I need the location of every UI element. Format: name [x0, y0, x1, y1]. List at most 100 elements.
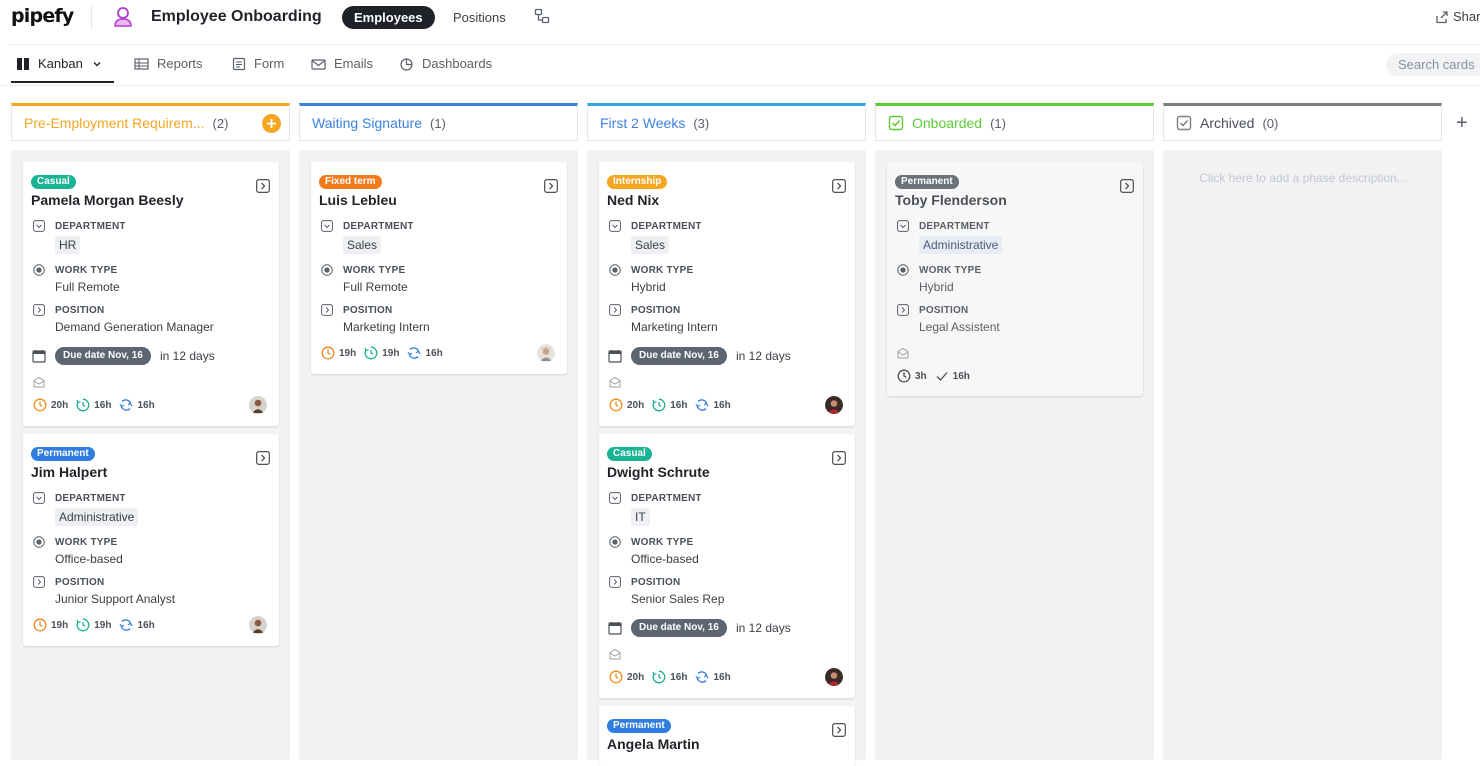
- sync-icon: [119, 618, 133, 632]
- field-value: Marketing Intern: [631, 320, 718, 334]
- open-card-icon[interactable]: [256, 451, 270, 465]
- field-value: Administrative: [919, 236, 1003, 254]
- contract-tag: Permanent: [895, 175, 959, 189]
- tab-positions[interactable]: Positions: [453, 10, 506, 25]
- check-icon: [935, 369, 949, 383]
- time-in-pipe: 16h: [76, 398, 111, 412]
- pipe-title: Employee Onboarding: [151, 8, 322, 25]
- due-date: Due date Nov, 16 in 12 days: [607, 346, 847, 366]
- contract-tag: Permanent: [31, 447, 95, 461]
- assignee-avatar[interactable]: [249, 396, 267, 414]
- clock-icon: [609, 670, 623, 684]
- time-in-pipe: 3h: [897, 369, 927, 383]
- connections-icon[interactable]: [534, 8, 550, 24]
- phase-name: Onboarded: [912, 115, 983, 131]
- time-in-pipe: 19h: [76, 618, 111, 632]
- sync-icon: [119, 398, 133, 412]
- add-phase-button[interactable]: +: [1456, 112, 1468, 135]
- card-title: Ned Nix: [607, 192, 660, 208]
- card-title: Toby Flenderson: [895, 192, 1007, 208]
- phase-description-placeholder[interactable]: Click here to add a phase description...: [1164, 171, 1442, 185]
- view-tab-dashboards[interactable]: Dashboards: [399, 56, 492, 71]
- sync-icon: [695, 398, 709, 412]
- card-luis-lebleu[interactable]: Fixed term Luis Lebleu DEPARTMENT Sales …: [311, 162, 567, 374]
- sync-icon: [695, 670, 709, 684]
- card-time-stats: 19h 19h 16h: [33, 617, 163, 633]
- email-icon: [897, 347, 909, 359]
- search-input[interactable]: Search cards: [1386, 53, 1480, 76]
- clock-icon: [33, 618, 47, 632]
- email-icon: [33, 376, 45, 388]
- calendar-icon: [608, 621, 622, 635]
- open-card-icon[interactable]: [544, 179, 558, 193]
- radio-field-icon: [897, 264, 909, 276]
- view-tab-form[interactable]: Form: [232, 56, 284, 71]
- card-dwight-schrute[interactable]: Casual Dwight Schrute DEPARTMENT IT WORK…: [599, 434, 855, 698]
- open-card-icon[interactable]: [256, 179, 270, 193]
- due-date-badge: Due date Nov, 16: [631, 347, 727, 365]
- time-in-phase: 20h: [609, 670, 644, 684]
- view-tab-label: Form: [254, 56, 285, 71]
- assignee-avatar[interactable]: [249, 616, 267, 634]
- phase-name: First 2 Weeks: [600, 115, 686, 131]
- view-tab-reports[interactable]: Reports: [134, 56, 203, 71]
- field-label: DEPARTMENT: [919, 221, 990, 232]
- view-tab-emails[interactable]: Emails: [311, 56, 373, 71]
- completed-time: 16h: [935, 369, 970, 383]
- card-title: Jim Halpert: [31, 464, 108, 480]
- card-pamela-morgan-beesly[interactable]: Casual Pamela Morgan Beesly DEPARTMENT H…: [23, 162, 279, 426]
- open-card-icon[interactable]: [1120, 179, 1134, 193]
- open-card-icon[interactable]: [832, 179, 846, 193]
- contract-tag: Fixed term: [319, 175, 382, 189]
- view-tab-kanban[interactable]: Kanban: [16, 56, 103, 71]
- connection-field-icon: [897, 304, 909, 316]
- field-value: Hybrid: [919, 280, 954, 294]
- pipefy-logo[interactable]: pipefy: [11, 5, 74, 27]
- card-jim-halpert[interactable]: Permanent Jim Halpert DEPARTMENT Adminis…: [23, 434, 279, 646]
- done-check-icon: [888, 115, 904, 131]
- card-angela-martin[interactable]: Permanent Angela Martin: [599, 706, 855, 766]
- card-toby-flenderson[interactable]: Permanent Toby Flenderson DEPARTMENT Adm…: [887, 162, 1143, 396]
- assignee-avatar[interactable]: [825, 396, 843, 414]
- open-card-icon[interactable]: [832, 451, 846, 465]
- due-date-badge: Due date Nov, 16: [55, 347, 151, 365]
- email-icon: [609, 376, 621, 388]
- calendar-icon: [32, 349, 46, 363]
- card-ned-nix[interactable]: Internship Ned Nix DEPARTMENT Sales WORK…: [599, 162, 855, 426]
- phase-name: Pre-Employment Requirem...: [24, 115, 205, 131]
- contract-tag: Casual: [607, 447, 652, 461]
- share-button[interactable]: Shar: [1435, 9, 1480, 24]
- email-icon: [311, 58, 326, 70]
- field-label: POSITION: [343, 305, 393, 316]
- field-label: DEPARTMENT: [55, 493, 126, 504]
- phase-header-waiting-signature[interactable]: Waiting Signature (1): [299, 103, 578, 141]
- radio-field-icon: [33, 264, 45, 276]
- assignee-avatar[interactable]: [825, 668, 843, 686]
- field-value: Demand Generation Manager: [55, 320, 214, 334]
- field-label: POSITION: [919, 305, 969, 316]
- phase-header-first-2-weeks[interactable]: First 2 Weeks (3): [587, 103, 866, 141]
- field-value: Marketing Intern: [343, 320, 430, 334]
- radio-field-icon: [33, 536, 45, 548]
- dashboard-icon: [400, 57, 413, 71]
- table-icon: [134, 57, 149, 70]
- field-label: DEPARTMENT: [55, 221, 126, 232]
- field-label: DEPARTMENT: [631, 221, 702, 232]
- last-updated: 16h: [695, 670, 731, 684]
- field-label: DEPARTMENT: [631, 493, 702, 504]
- field-label: WORK TYPE: [631, 265, 694, 276]
- add-card-icon[interactable]: [262, 114, 281, 133]
- assignee-avatar[interactable]: [537, 344, 555, 362]
- phase-header-pre-employment[interactable]: Pre-Employment Requirem... (2): [11, 103, 290, 141]
- phase-count: (1): [990, 115, 1006, 131]
- clock-icon: [321, 346, 335, 360]
- open-card-icon[interactable]: [832, 723, 846, 737]
- phase-header-archived[interactable]: Archived (0): [1163, 103, 1442, 141]
- phase-header-onboarded[interactable]: Onboarded (1): [875, 103, 1154, 141]
- phase-column-archived: [1163, 150, 1442, 760]
- select-field-icon: [897, 220, 909, 232]
- share-icon: [1436, 10, 1448, 23]
- tab-employees[interactable]: Employees: [342, 6, 435, 29]
- field-value: Legal Assistent: [919, 320, 1000, 334]
- time-in-pipe: 16h: [652, 398, 687, 412]
